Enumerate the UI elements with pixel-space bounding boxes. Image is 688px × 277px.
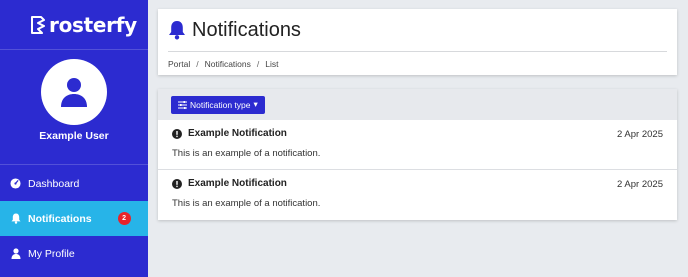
sidebar-item-my-profile[interactable]: My Profile xyxy=(0,236,148,271)
filter-toolbar: Notification type ▾ xyxy=(158,89,677,120)
notification-body: This is an example of a notification. xyxy=(172,148,321,159)
bell-icon xyxy=(10,213,21,224)
breadcrumb: Portal / Notifications / List xyxy=(158,52,677,69)
app-name: rosterfy xyxy=(49,12,137,37)
breadcrumb-separator: / xyxy=(256,59,260,69)
sliders-icon xyxy=(178,100,187,109)
breadcrumb-item-portal[interactable]: Portal xyxy=(168,59,190,69)
sidebar-item-label: Dashboard xyxy=(28,177,80,190)
sidebar-item-label: My Profile xyxy=(28,247,75,260)
notification-body: This is an example of a notification. xyxy=(172,198,321,209)
rosterfy-logo-icon xyxy=(31,15,45,34)
sidebar-item-notifications[interactable]: Notifications 2 xyxy=(0,201,148,236)
username: Example User xyxy=(39,130,109,142)
notification-item[interactable]: Example Notification 2 Apr 2025 This is … xyxy=(158,120,677,170)
chevron-down-icon: ▾ xyxy=(253,99,258,109)
sidebar-nav: Dashboard Notifications 2 My Profile xyxy=(0,166,148,271)
breadcrumb-item-notifications[interactable]: Notifications xyxy=(205,59,251,69)
user-icon xyxy=(10,248,21,259)
title-row: Notifications xyxy=(168,9,667,52)
sidebar-item-dashboard[interactable]: Dashboard xyxy=(0,166,148,201)
notification-count-badge: 2 xyxy=(117,212,131,225)
sidebar: rosterfy Example User Dashboard Notifica… xyxy=(0,0,148,277)
notification-item[interactable]: Example Notification 2 Apr 2025 This is … xyxy=(158,170,677,220)
notification-date: 2 Apr 2025 xyxy=(617,179,663,190)
page-title: Notifications xyxy=(192,18,301,41)
user-profile: Example User xyxy=(0,50,148,165)
bell-icon xyxy=(169,21,185,40)
breadcrumb-separator: / xyxy=(196,59,199,69)
avatar[interactable] xyxy=(41,59,107,125)
exclamation-circle-icon xyxy=(172,128,182,139)
sidebar-item-label: Notifications xyxy=(28,212,92,225)
notification-header: Example Notification xyxy=(172,178,663,189)
user-icon xyxy=(61,78,87,107)
logo[interactable]: rosterfy xyxy=(0,0,148,50)
notification-date: 2 Apr 2025 xyxy=(617,129,663,140)
notification-type-filter-button[interactable]: Notification type ▾ xyxy=(171,95,265,114)
notification-title: Example Notification xyxy=(188,128,287,139)
notification-title: Example Notification xyxy=(188,178,287,189)
filter-button-label: Notification type xyxy=(190,99,251,110)
exclamation-circle-icon xyxy=(172,178,182,189)
notifications-panel: Notification type ▾ Example Notification… xyxy=(158,89,677,220)
breadcrumb-item-list: List xyxy=(265,59,279,69)
notification-header: Example Notification xyxy=(172,128,663,139)
dashboard-icon xyxy=(10,178,21,189)
page-header: Notifications Portal / Notifications / L… xyxy=(158,9,677,75)
